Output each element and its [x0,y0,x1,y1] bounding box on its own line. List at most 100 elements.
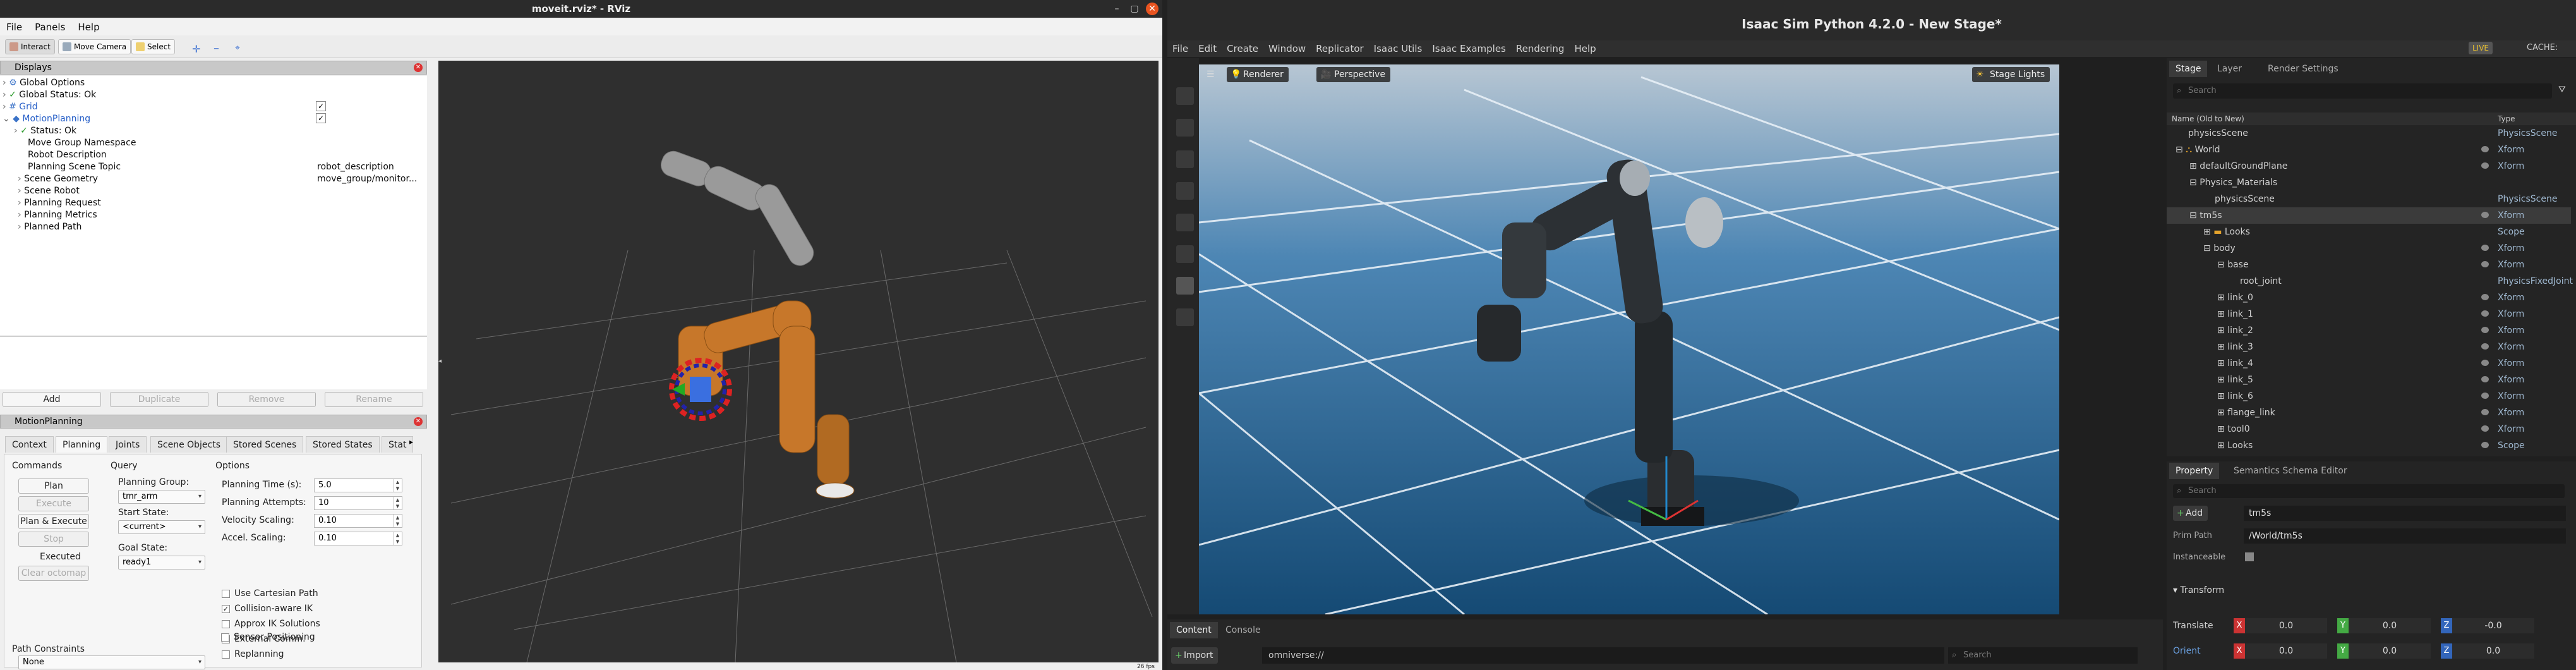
planning-scene-topic-value[interactable]: move_group/monitor... [317,173,417,185]
menu-window[interactable]: Window [1263,40,1311,57]
tab-property[interactable]: Property [2169,463,2220,479]
planning-time-input[interactable]: 5.0 ▲ ▼ [314,478,402,492]
velocity-scaling-input[interactable]: 0.10 ▲ ▼ [314,514,402,528]
tab-status[interactable]: Stat [382,436,414,453]
spin-arrows-icon[interactable]: ▲ ▼ [393,497,402,509]
stage-row[interactable]: ⊞ flange_link Xform [2167,405,2571,421]
sensor-positioning-checkbox[interactable]: Sensor Positioning [221,632,315,642]
tab-stored-scenes[interactable]: Stored Scenes [226,436,304,453]
goal-state-select[interactable]: ready1 ▾ [118,556,205,570]
import-button[interactable]: + Import [1171,647,1219,664]
tab-content[interactable]: Content [1170,622,1218,638]
add-button[interactable]: + Add [2173,506,2208,521]
stage-lights-button[interactable]: ☀ Stage Lights [1972,67,2050,82]
duplicate-display-button[interactable]: Duplicate [110,392,208,407]
menu-create[interactable]: Create [1222,40,1263,57]
tab-layer[interactable]: Layer [2211,61,2248,77]
orient-x-input[interactable]: 0.0 [2245,643,2327,659]
menu-file[interactable]: File [1167,40,1193,57]
stage-row[interactable]: ⊞ link_0 Xform [2167,289,2571,306]
tree-row[interactable]: ⌄ ◆ MotionPlanning [3,113,90,125]
isaac-viewport[interactable]: ☰ 💡 Renderer 🎥 Perspective ☀ Stage Lights [1199,64,2059,614]
stage-row[interactable]: ⊟ Physics_Materials [2167,174,2571,191]
focus-icon[interactable]: ⌖ [235,43,240,53]
tree-row[interactable]: › ⚙ Global Options [3,77,85,89]
tab-joints[interactable]: Joints [109,436,147,453]
eye-icon[interactable] [2481,376,2489,382]
eye-icon[interactable] [2481,360,2489,366]
eye-icon[interactable] [2481,393,2489,399]
eye-icon[interactable] [2481,343,2489,350]
column-name[interactable]: Name (Old to New) [2172,113,2244,125]
rviz-3d-view[interactable]: ◂ [438,61,1159,663]
eye-icon[interactable] [2481,409,2489,415]
stage-row[interactable]: ⊞ link_6 Xform [2167,388,2571,405]
snap-icon[interactable] [1176,214,1194,231]
minimize-icon[interactable]: – [1110,3,1123,15]
menu-help[interactable]: Help [71,19,105,35]
eye-icon[interactable] [2481,294,2489,300]
select-tool-icon[interactable] [1176,87,1194,105]
clear-octomap-button[interactable]: Clear octomap [18,566,89,581]
stage-row[interactable]: ⊟ base Xform [2167,257,2571,273]
plan-button[interactable]: Plan [18,478,89,494]
translate-x-input[interactable]: 0.0 [2245,618,2327,633]
eye-icon[interactable] [2481,442,2489,448]
menu-rendering[interactable]: Rendering [1511,40,1570,57]
tree-row[interactable]: › Planning Metrics [18,209,97,221]
stage-row[interactable]: ⊞ link_3 Xform [2167,339,2571,355]
play-icon[interactable] [1176,245,1194,263]
menu-help[interactable]: Help [1569,40,1601,57]
stage-row[interactable]: physicsScene PhysicsScene [2167,191,2571,207]
stage-row[interactable]: ⊞ ▬ Looks Scope [2167,224,2571,240]
tree-row[interactable]: Robot Description [28,149,107,161]
rotate-tool-icon[interactable] [1176,150,1194,168]
hamburger-icon[interactable]: ☰ [1207,70,1219,81]
tree-row[interactable]: › ✓ Global Status: Ok [3,89,96,101]
close-panel-icon[interactable]: ✕ [414,417,423,426]
orient-z-input[interactable]: 0.0 [2452,643,2534,659]
stage-row[interactable]: ⊞ tool0 Xform [2167,421,2571,437]
stage-row[interactable]: ⊟ body Xform [2167,240,2571,257]
translate-y-input[interactable]: 0.0 [2349,618,2431,633]
tab-context[interactable]: Context [5,436,54,453]
collision-aware-ik-checkbox[interactable]: ✓ Collision-aware IK [222,604,313,614]
interact-button[interactable]: Interact [5,39,55,54]
stage-row[interactable]: ⊞ link_5 Xform [2167,372,2571,388]
stage-search-input[interactable]: ⌕ Search [2173,83,2552,99]
motionplanning-checkbox[interactable]: ✓ [316,113,326,123]
renderer-button[interactable]: 💡 Renderer [1227,67,1289,82]
prim-path-input[interactable]: /World/tm5s [2244,528,2566,544]
menu-edit[interactable]: Edit [1193,40,1222,57]
select-button[interactable]: Select [131,39,176,54]
planning-group-select[interactable]: tmr_arm ▾ [118,490,205,504]
replanning-checkbox[interactable]: Replanning [222,649,284,659]
spin-arrows-icon[interactable]: ▲ ▼ [393,532,402,545]
planning-attempts-input[interactable]: 10 ▲ ▼ [314,496,402,510]
tab-planning[interactable]: Planning [56,436,108,453]
stage-row-selected[interactable]: ⊟ tm5s Xform [2167,207,2571,224]
stage-row[interactable]: ⊞ link_4 Xform [2167,355,2571,372]
remove-display-button[interactable]: Remove [217,392,316,407]
instanceable-checkbox[interactable] [2245,552,2254,561]
menu-panels[interactable]: Panels [28,19,71,35]
close-icon[interactable]: ✕ [1146,3,1159,15]
close-panel-icon[interactable]: ✕ [414,63,423,72]
property-search-input[interactable]: ⌕ Search [2173,484,2565,498]
menu-isaac-utils[interactable]: Isaac Utils [1369,40,1428,57]
eye-icon[interactable] [2481,327,2489,333]
stage-row[interactable]: ⊞ link_1 Xform [2167,306,2571,322]
stage-row[interactable]: ⊞ defaultGroundPlane Xform [2167,158,2571,174]
accel-scaling-input[interactable]: 0.10 ▲ ▼ [314,532,402,545]
live-badge[interactable]: LIVE [2469,42,2493,54]
grid-checkbox[interactable]: ✓ [316,101,326,111]
translate-z-input[interactable]: -0.0 [2452,618,2534,633]
menu-isaac-examples[interactable]: Isaac Examples [1427,40,1511,57]
eye-icon[interactable] [2481,425,2489,432]
eye-icon[interactable] [2481,245,2489,251]
tab-stored-states[interactable]: Stored States [306,436,380,453]
spin-arrows-icon[interactable]: ▲ ▼ [393,515,402,527]
camera-button[interactable]: 🎥 Perspective [1316,67,1391,82]
panel-collapse-icon[interactable]: ◂ [438,358,442,365]
eye-icon[interactable] [2481,212,2489,218]
